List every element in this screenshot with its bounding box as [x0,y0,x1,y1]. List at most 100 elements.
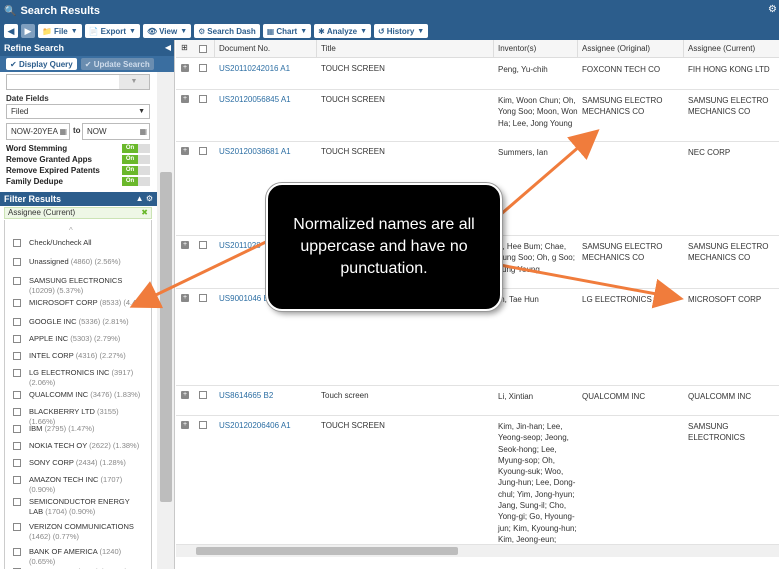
scroll-up-icon[interactable]: ^ [69,226,73,235]
search-dash-button[interactable]: ⚙ Search Dash [194,24,260,38]
display-query-button[interactable]: ✔ Display Query [6,58,77,70]
checkbox[interactable] [13,277,21,285]
checkbox[interactable] [13,523,21,531]
check-icon: ✔ [10,59,19,69]
filter-item[interactable]: QUALCOMM INC (3476) (1.83%) [13,390,145,400]
calendar-icon[interactable]: ▦ [59,124,67,139]
checkbox[interactable] [13,258,21,266]
analyze-menu-button[interactable]: ✱ Analyze ▼ [314,24,372,38]
filter-item[interactable]: APPLE INC (5303) (2.79%) [13,334,145,344]
filter-item[interactable]: Unassigned (4860) (2.56%) [13,257,145,267]
row-checkbox[interactable] [199,95,207,103]
gear-icon[interactable]: ⚙ [768,4,777,15]
filter-item[interactable]: LG ELECTRONICS INC (3917) (2.06%) [13,368,145,388]
column-document-no[interactable]: Document No. [219,44,270,53]
checkbox[interactable] [13,498,21,506]
checkbox[interactable] [13,335,21,343]
filter-item[interactable]: MICROSOFT CORP (8533) (4.4 [13,298,145,308]
document-link[interactable]: US8614665 B2 [219,391,273,400]
collapse-left-icon[interactable]: ◀ [165,43,171,52]
query-combo[interactable]: ▼ [6,74,150,90]
date-to-input[interactable]: NOW ▦ [82,123,150,140]
expand-row-icon[interactable]: + [181,421,189,429]
date-from-input[interactable]: NOW-20YEA ▦ [6,123,70,140]
sort-up-icon[interactable]: ▲ [136,194,144,203]
checkbox[interactable] [13,318,21,326]
forward-button[interactable]: ▶ [21,24,35,38]
row-checkbox[interactable] [199,391,207,399]
table-row[interactable]: + US8614665 B2 Touch screen Li, Xintian QUAL… [176,386,779,416]
checkbox[interactable] [13,425,21,433]
document-link[interactable]: US2011028 [219,241,261,250]
expand-all-icon[interactable]: ⊞ [181,43,188,52]
expand-row-icon[interactable]: + [181,147,189,155]
document-link[interactable]: US20120056845 A1 [219,95,291,104]
table-row[interactable]: + US20120206406 A1 TOUCH SCREEN Kim, Jin-ha… [176,416,779,545]
column-assignee-original[interactable]: Assignee (Original) [582,44,650,53]
checkbox[interactable] [13,369,21,377]
document-link[interactable]: US20110242016 A1 [219,64,290,73]
filter-item[interactable]: SAMSUNG ELECTRONICS (10209) (5.37%) [13,276,145,296]
column-assignee-current[interactable]: Assignee (Current) [688,44,755,53]
filter-item[interactable]: VERIZON COMMUNICATIONS (1462) (0.77%) [13,522,145,542]
row-checkbox[interactable] [199,241,207,249]
select-all-checkbox[interactable] [199,45,207,53]
filter-item[interactable]: IBM (2795) (1.47%) [13,424,145,434]
date-field-select[interactable]: Filed ▼ [6,104,150,119]
checkbox[interactable] [13,459,21,467]
word-stemming-toggle[interactable]: On [122,144,150,153]
remove-expired-patents-toggle[interactable]: On [122,166,150,175]
row-checkbox[interactable] [199,421,207,429]
gear-icon[interactable]: ⚙ [146,194,153,203]
checkbox[interactable] [13,548,21,556]
document-link[interactable]: US9001046 B [219,294,269,303]
left-scrollbar[interactable] [157,72,174,569]
close-icon[interactable]: ✖ [141,208,148,218]
checkbox[interactable] [13,299,21,307]
history-menu-button[interactable]: ↺ History ▼ [374,24,429,38]
expand-row-icon[interactable]: + [181,64,189,72]
scroll-thumb[interactable] [196,547,458,555]
table-row[interactable]: + US20110242016 A1 TOUCH SCREEN Peng, Yu-ch… [176,59,779,90]
checkbox[interactable] [13,476,21,484]
expand-row-icon[interactable]: + [181,95,189,103]
expand-row-icon[interactable]: + [181,241,189,249]
view-menu-button[interactable]: 👁 View ▼ [142,24,192,38]
column-title[interactable]: Title [321,44,336,53]
expand-row-icon[interactable]: + [181,391,189,399]
row-checkbox[interactable] [199,294,207,302]
filter-item[interactable]: SONY CORP (2434) (1.28%) [13,458,145,468]
filter-item[interactable]: GOOGLE INC (5336) (2.81%) [13,317,145,327]
export-menu-button[interactable]: 📄 Export ▼ [84,24,140,38]
checkbox[interactable] [13,408,21,416]
document-link[interactable]: US20120038681 A1 [219,147,291,156]
update-search-button[interactable]: ✔ Update Search [80,58,154,70]
file-menu-button[interactable]: 📁 File ▼ [38,24,82,38]
scroll-thumb[interactable] [160,172,172,502]
check-all-item[interactable]: Check/Uncheck All [13,238,145,248]
filter-item[interactable]: INTEL CORP (4316) (2.27%) [13,351,145,361]
checkbox[interactable] [13,352,21,360]
chart-menu-button[interactable]: ▦ Chart ▼ [262,24,312,38]
back-button[interactable]: ◀ [4,24,18,38]
row-checkbox[interactable] [199,64,207,72]
document-link[interactable]: US20120206406 A1 [219,421,291,430]
filter-item[interactable]: BANK OF AMERICA (1240) (0.65%) [13,547,145,567]
row-checkbox[interactable] [199,147,207,155]
horizontal-scrollbar[interactable] [176,545,779,557]
row-assignee-original: QUALCOMM INC [582,392,646,401]
table-row[interactable]: + US20120056845 A1 TOUCH SCREEN Kim, Woon C… [176,90,779,142]
filter-item[interactable]: AMAZON TECH INC (1707) (0.90%) [13,475,145,495]
checkbox[interactable] [13,239,21,247]
checkbox[interactable] [13,391,21,399]
expand-row-icon[interactable]: + [181,294,189,302]
arrow-right-icon: ▶ [24,25,32,36]
filter-item[interactable]: SEMICONDUCTOR ENERGY LAB (1704) (0.90%) [13,497,145,517]
remove-granted-apps-toggle[interactable]: On [122,155,150,164]
calendar-icon[interactable]: ▦ [139,124,147,139]
checkbox[interactable] [13,442,21,450]
refine-search-header: Refine Search ◀ [0,40,174,56]
family-dedupe-toggle[interactable]: On [122,177,150,186]
column-inventors[interactable]: Inventor(s) [498,44,536,53]
filter-item[interactable]: NOKIA TECH OY (2622) (1.38%) [13,441,145,451]
